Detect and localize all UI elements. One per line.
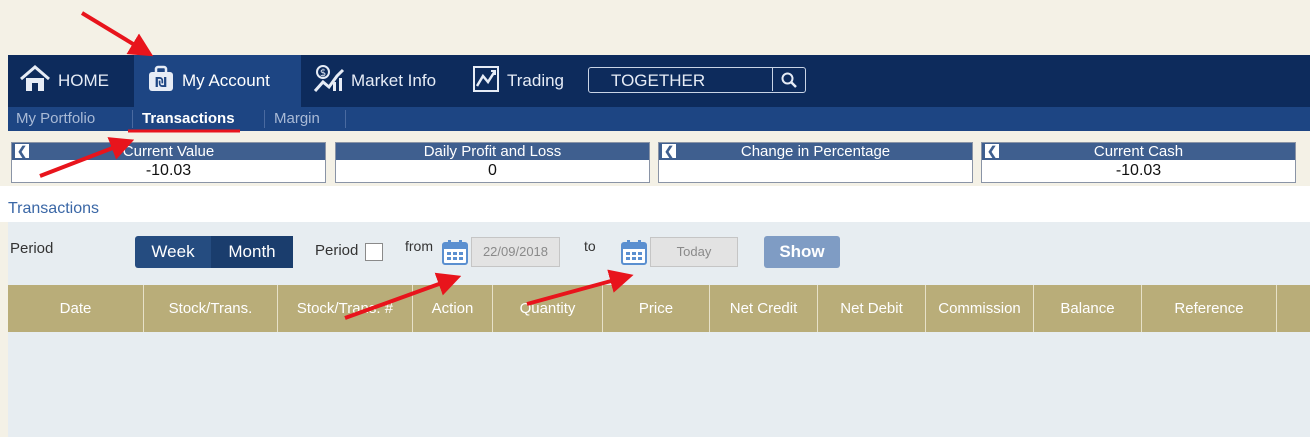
- annotation-arrows: [39, 11, 634, 320]
- annotation-arrow: [526, 269, 634, 306]
- annotation-arrow: [80, 11, 154, 57]
- annotation-arrow: [344, 272, 462, 320]
- annotation-arrow: [39, 137, 135, 178]
